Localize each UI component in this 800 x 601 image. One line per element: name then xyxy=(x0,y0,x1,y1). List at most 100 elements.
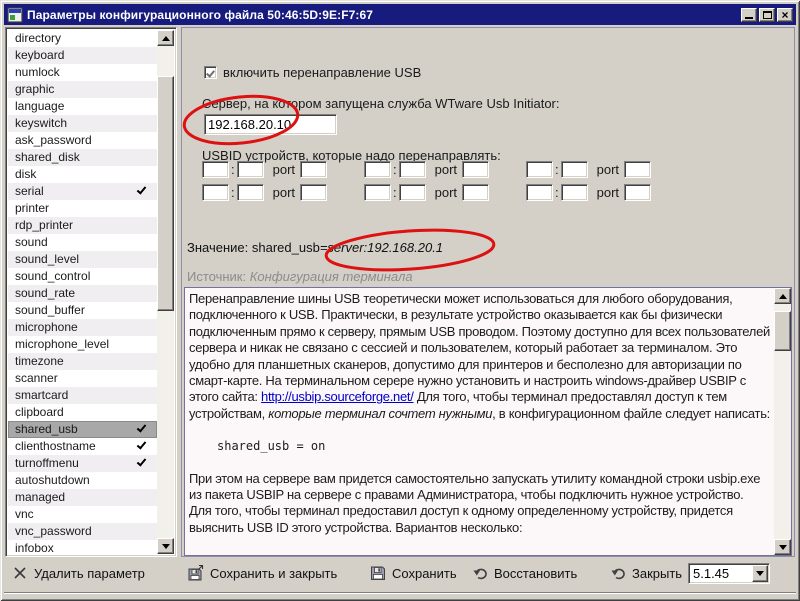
sidebar-item-shared_disk[interactable]: shared_disk xyxy=(8,149,157,166)
bottom-toolbar: Удалить параметр Сохранить и закрыть xyxy=(4,557,796,593)
sidebar-item-microphone[interactable]: microphone xyxy=(8,319,157,336)
sidebar-item-label: serial xyxy=(15,184,44,198)
delete-parameter-button[interactable]: Удалить параметр xyxy=(12,565,145,581)
usbid-vendor-input[interactable] xyxy=(202,161,229,178)
usbip-link[interactable]: http://usbip.sourceforge.net/ xyxy=(261,389,413,404)
sidebar-item-clienthostname[interactable]: clienthostname xyxy=(8,438,157,455)
port-label: port xyxy=(273,185,295,200)
usbid-product-input[interactable] xyxy=(561,184,588,201)
sidebar-item-sound_level[interactable]: sound_level xyxy=(8,251,157,268)
usbid-vendor-input[interactable] xyxy=(364,161,391,178)
value-line: Значение: shared_usb=server:192.168.20.1 xyxy=(187,240,443,255)
sidebar-item-sound[interactable]: sound xyxy=(8,234,157,251)
sidebar-item-disk[interactable]: disk xyxy=(8,166,157,183)
usbid-product-input[interactable] xyxy=(399,184,426,201)
undo-icon xyxy=(610,565,626,581)
description-scrollbar-thumb[interactable] xyxy=(774,311,791,351)
close-dialog-button[interactable]: Закрыть xyxy=(610,565,682,581)
usbid-vendor-input[interactable] xyxy=(364,184,391,201)
usbid-colon: : xyxy=(555,162,559,177)
sidebar-item-label: sound_buffer xyxy=(15,303,85,317)
sidebar-item-label: sound_level xyxy=(15,252,79,266)
sidebar-item-numlock[interactable]: numlock xyxy=(8,64,157,81)
enable-usb-checkbox-label: включить перенаправление USB xyxy=(223,65,421,80)
sidebar-item-smartcard[interactable]: smartcard xyxy=(8,387,157,404)
sidebar-item-sound_control[interactable]: sound_control xyxy=(8,268,157,285)
server-label: Сервер, на котором запущена служба WTwar… xyxy=(202,96,560,111)
sidebar-item-keyswitch[interactable]: keyswitch xyxy=(8,115,157,132)
usbid-grid: :port:port:port:port:port:port xyxy=(202,161,650,201)
save-button[interactable]: Сохранить xyxy=(370,565,457,581)
usbid-colon: : xyxy=(393,162,397,177)
usbid-vendor-input[interactable] xyxy=(526,161,553,178)
usbid-vendor-input[interactable] xyxy=(526,184,553,201)
save-label: Сохранить xyxy=(392,566,457,581)
version-select[interactable]: 5.1.45 xyxy=(688,563,770,584)
sidebar-item-serial[interactable]: serial xyxy=(8,183,157,200)
sidebar-item-label: disk xyxy=(15,167,36,181)
sidebar-item-label: directory xyxy=(15,31,61,45)
usbid-colon: : xyxy=(231,185,235,200)
sidebar-item-label: sound xyxy=(15,235,48,249)
scroll-down-button[interactable] xyxy=(157,538,174,554)
close-button[interactable]: × xyxy=(777,8,793,22)
sidebar-item-scanner[interactable]: scanner xyxy=(8,370,157,387)
usbid-port-input[interactable] xyxy=(624,161,651,178)
scroll-up-button[interactable] xyxy=(157,30,174,46)
sidebar-item-language[interactable]: language xyxy=(8,98,157,115)
sidebar-item-label: shared_usb xyxy=(15,422,78,436)
save-close-button[interactable]: Сохранить и закрыть xyxy=(188,565,337,581)
description-text: Перенаправление шины USB теоретически мо… xyxy=(189,291,773,536)
usbid-port-input[interactable] xyxy=(462,184,489,201)
sidebar-item-ask_password[interactable]: ask_password xyxy=(8,132,157,149)
list-scrollbar[interactable] xyxy=(157,30,174,554)
usbid-port-input[interactable] xyxy=(300,184,327,201)
restore-label: Восстановить xyxy=(494,566,577,581)
sidebar-item-clipboard[interactable]: clipboard xyxy=(8,404,157,421)
sidebar-item-vnc_password[interactable]: vnc_password xyxy=(8,523,157,540)
sidebar-item-sound_buffer[interactable]: sound_buffer xyxy=(8,302,157,319)
usbid-vendor-input[interactable] xyxy=(202,184,229,201)
restore-button[interactable]: Восстановить xyxy=(472,565,577,581)
description-scroll-down-button[interactable] xyxy=(774,539,791,555)
usbid-group-6: :port xyxy=(526,184,650,201)
description-scroll-up-button[interactable] xyxy=(774,288,791,304)
sidebar-item-directory[interactable]: directory xyxy=(8,30,157,47)
close-icon: × xyxy=(781,10,788,20)
version-dropdown-button[interactable] xyxy=(752,565,768,582)
sidebar-item-infobox[interactable]: infobox xyxy=(8,540,157,554)
sidebar-item-autoshutdown[interactable]: autoshutdown xyxy=(8,472,157,489)
sidebar-item-label: keyboard xyxy=(15,48,64,62)
maximize-button[interactable] xyxy=(759,8,775,22)
usbid-product-input[interactable] xyxy=(399,161,426,178)
usbid-product-input[interactable] xyxy=(237,161,264,178)
sidebar-item-rdp_printer[interactable]: rdp_printer xyxy=(8,217,157,234)
sidebar-item-managed[interactable]: managed xyxy=(8,489,157,506)
usbid-port-input[interactable] xyxy=(624,184,651,201)
sidebar-item-sound_rate[interactable]: sound_rate xyxy=(8,285,157,302)
sidebar-item-label: clipboard xyxy=(15,405,64,419)
server-input[interactable] xyxy=(204,114,337,135)
sidebar-item-microphone_level[interactable]: microphone_level xyxy=(8,336,157,353)
sidebar-item-turnoffmenu[interactable]: turnoffmenu xyxy=(8,455,157,472)
sidebar-item-timezone[interactable]: timezone xyxy=(8,353,157,370)
caption-buttons: × xyxy=(741,8,793,22)
usbid-product-input[interactable] xyxy=(237,184,264,201)
sidebar-item-graphic[interactable]: graphic xyxy=(8,81,157,98)
usbid-port-input[interactable] xyxy=(462,161,489,178)
sidebar-item-vnc[interactable]: vnc xyxy=(8,506,157,523)
usbid-colon: : xyxy=(231,162,235,177)
list-scrollbar-thumb[interactable] xyxy=(157,76,174,311)
port-label: port xyxy=(597,162,619,177)
usbid-product-input[interactable] xyxy=(561,161,588,178)
sidebar-item-label: shared_disk xyxy=(15,150,80,164)
sidebar-item-label: scanner xyxy=(15,371,58,385)
description-scrollbar[interactable] xyxy=(774,288,791,555)
sidebar-item-printer[interactable]: printer xyxy=(8,200,157,217)
minimize-button[interactable] xyxy=(741,8,757,22)
sidebar-item-shared_usb[interactable]: shared_usb xyxy=(8,421,157,438)
dialog-window: Параметры конфигурационного файла 50:46:… xyxy=(0,0,800,601)
usbid-port-input[interactable] xyxy=(300,161,327,178)
sidebar-item-keyboard[interactable]: keyboard xyxy=(8,47,157,64)
enable-usb-checkbox[interactable] xyxy=(204,66,217,79)
